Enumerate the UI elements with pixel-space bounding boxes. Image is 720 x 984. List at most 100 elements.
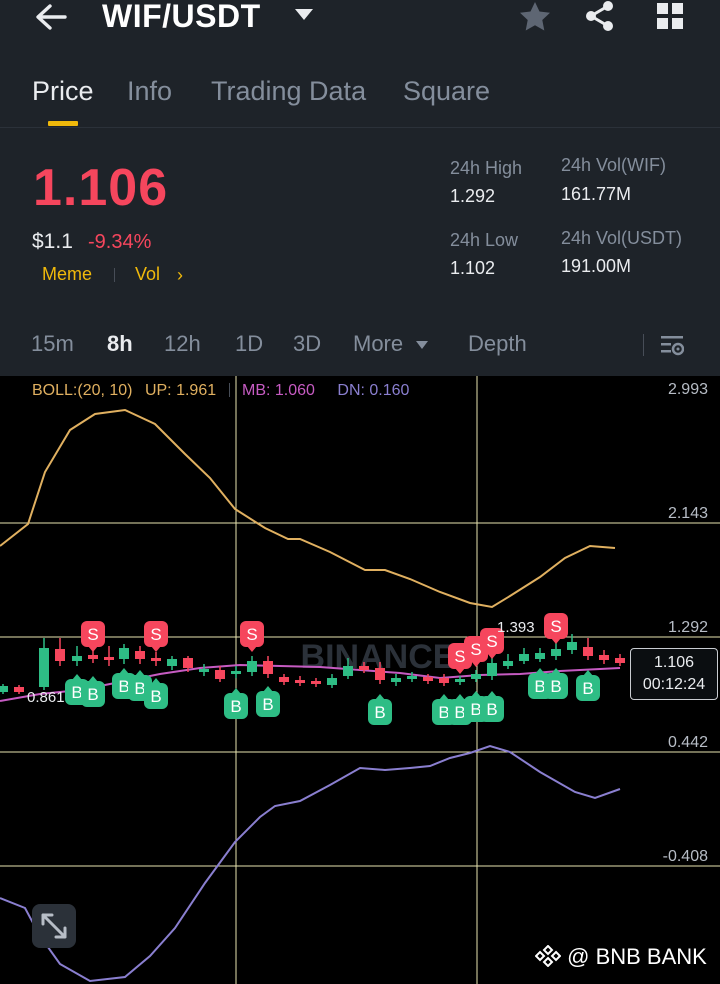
buy-marker-label: B [87,685,98,704]
buy-marker-label: B [150,687,161,706]
candle-body [455,679,465,682]
tag-separator [114,268,115,282]
caret-down-icon[interactable] [294,8,314,22]
candle-body [471,674,481,679]
kline-chart[interactable]: BINANCE SSSSSSSBBBBBBBBBBBBBBB 2.993 2.14… [0,376,720,984]
timeframe-8h[interactable]: 8h [107,331,133,357]
candle-body [615,658,625,663]
boll-dn: DN: 0.160 [337,382,410,399]
sell-marker-pointer [551,638,561,644]
sell-marker-label: S [486,632,497,651]
high-label: 24h High [450,158,523,178]
share-icon[interactable] [584,0,616,32]
buy-marker-label: B [230,697,241,716]
candle-body [119,648,129,659]
expand-chart-button[interactable] [32,904,76,948]
candle-body [487,663,497,676]
candle-body [72,656,82,661]
candle-body [599,655,609,660]
timeframe-15m[interactable]: 15m [31,331,74,357]
tab-price[interactable]: Price [32,76,94,107]
sell-marker-pointer [151,646,161,652]
sell-marker-pointer [247,646,257,652]
candle-body [104,657,114,660]
buy-marker-label: B [262,695,273,714]
candle-body [439,678,449,683]
bnb-logo-icon [534,944,562,968]
sell-marker-pointer [455,668,465,674]
buy-marker-pointer [471,691,481,697]
candle-body [311,681,321,684]
buy-marker-pointer [375,694,385,700]
vol-base-label: 24h Vol(WIF) [561,155,667,175]
buy-marker-pointer [583,670,593,676]
timeframe-1d[interactable]: 1D [235,331,263,357]
timeframe-3d[interactable]: 3D [293,331,321,357]
current-price-label: 1.106 [653,654,695,671]
timeframe-divider [643,334,644,356]
buy-marker-label: B [118,677,129,696]
pair-title[interactable]: WIF/USDT [102,0,261,35]
sell-marker-label: S [454,647,465,666]
candle-body [343,666,353,676]
chevron-right-icon[interactable]: › [177,265,183,286]
boll-legend: BOLL:(20, 10) UP: 1.961 MB: 1.060 DN: 0.… [32,382,409,400]
buy-marker-pointer [439,694,449,700]
price-axis-label: 1.292 [668,619,708,636]
buy-marker-pointer [135,670,145,676]
buy-marker-label: B [550,677,561,696]
grid-icon[interactable] [656,2,684,30]
candle-body [503,661,513,666]
chart-settings-icon[interactable] [660,334,684,356]
candle-body [359,666,369,670]
tab-trading-data[interactable]: Trading Data [211,76,366,107]
candle-body [279,677,289,682]
low-label: 24h Low [450,230,519,250]
buy-marker-pointer [487,691,497,697]
boll-params: BOLL:(20, 10) [32,382,133,399]
star-icon[interactable] [518,0,552,32]
buy-marker-pointer [151,678,161,684]
candle-body [14,687,24,692]
caret-down-icon[interactable] [416,341,428,349]
candle-body [39,648,49,687]
top-bar: WIF/USDT Price Info Trading Data Square [0,0,720,127]
boll-upper-line [0,408,616,609]
low-marker: 0.861 [27,689,65,706]
price-axis-label: 2.143 [668,505,708,522]
back-arrow-icon[interactable] [34,2,68,32]
tab-square[interactable]: Square [403,76,490,107]
tag-meme[interactable]: Meme [42,264,92,285]
buy-marker-pointer [119,668,129,674]
current-price-tag: 1.106 00:12:24 [630,648,718,700]
change-percent: -9.34% [88,231,152,253]
expand-icon [41,913,67,939]
boll-up: UP: 1.961 [144,382,217,399]
depth-tab[interactable]: Depth [468,331,527,357]
timeframe-12h[interactable]: 12h [164,331,201,357]
high-marker: 1.393 [497,619,535,636]
timeframe-more[interactable]: More [353,331,403,357]
candle-body [583,647,593,656]
boll-mb: MB: 1.060 [242,382,315,399]
credit-text: @ BNB BANK [567,944,707,969]
buy-marker-pointer [263,686,273,692]
candle-body [375,668,385,680]
high-value: 1.292 [450,186,496,206]
candle-body [391,678,401,682]
candle-body [167,659,177,666]
buy-marker-label: B [71,683,82,702]
candle-body [135,651,145,659]
legend-divider [228,383,230,397]
candle-body [55,649,65,661]
credit-watermark: @ BNB BANK [534,944,707,970]
candle-body [551,649,561,656]
tab-info[interactable]: Info [127,76,172,107]
sell-marker-label: S [150,625,161,644]
buy-marker-label: B [134,679,145,698]
kline-chart-canvas[interactable]: BINANCE S S SS S SSB B B B BB B B B B B BB B B 2.9932.14… [0,376,720,984]
candle-body [231,671,241,674]
candle-body [88,655,98,659]
tag-vol[interactable]: Vol [135,264,160,285]
buy-marker-label: B [534,677,545,696]
